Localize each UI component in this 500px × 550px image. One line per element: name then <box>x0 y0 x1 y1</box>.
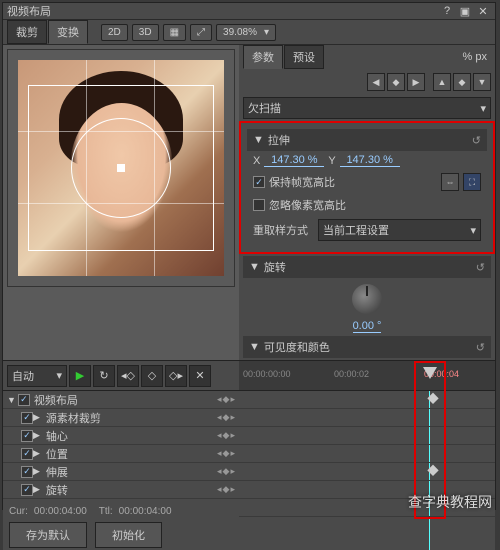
nudge-mid[interactable]: ◆ <box>453 73 471 91</box>
next-kf-button[interactable]: ◇▸ <box>165 365 187 387</box>
nudge-center[interactable]: ◆ <box>387 73 405 91</box>
ruler-tick: 00:00:02 <box>334 369 369 379</box>
section-rotate-header[interactable]: ▼ 旋转 ↺ <box>243 256 491 278</box>
watermark: 查字典教程网 <box>408 492 492 512</box>
track-row[interactable]: ✓▶轴心◂◆▸ <box>3 427 239 445</box>
keep-aspect-label: 保持帧宽高比 <box>269 174 335 190</box>
fit-width-button[interactable]: ⇔ <box>441 173 459 191</box>
reset-icon[interactable]: ↺ <box>476 261 485 274</box>
rotate-value-input[interactable]: 0.00 ° <box>353 320 382 333</box>
stretch-x-input[interactable]: 147.30 % <box>264 154 324 167</box>
nudge-down[interactable]: ▼ <box>473 73 491 91</box>
ignore-pixel-label: 忽略像素宽高比 <box>269 197 346 213</box>
section-visibility-title: 可见度和颜色 <box>264 339 330 355</box>
nudge-right[interactable]: ▶ <box>407 73 425 91</box>
time-display: Cur: 00:00:04:00 Ttl: 00:00:04:00 <box>9 506 233 518</box>
play-mode-dropdown[interactable]: 自动▾ <box>7 365 67 387</box>
help-button[interactable]: ? <box>439 3 455 19</box>
resample-value: 当前工程设置 <box>323 222 389 238</box>
section-visibility-header[interactable]: ▼ 可见度和颜色 ↺ <box>243 336 491 358</box>
track-row[interactable]: ✓▶伸展◂◆▸ <box>3 463 239 481</box>
zoom-tool-button[interactable]: ⤢ <box>190 24 212 41</box>
tab-crop[interactable]: 裁剪 <box>7 20 47 44</box>
tab-transform[interactable]: 变换 <box>48 20 88 44</box>
collapse-arrow-icon: ▼ <box>249 341 260 353</box>
expand-button[interactable]: ▣ <box>457 3 473 19</box>
track-row[interactable]: ▼✓视频布局◂◆▸ <box>3 391 239 409</box>
scan-mode-value: 欠扫描 <box>248 100 281 116</box>
nudge-left[interactable]: ◀ <box>367 73 385 91</box>
timeline-body[interactable] <box>239 391 495 550</box>
play-button[interactable]: ▶ <box>69 365 91 387</box>
stretch-x-label: X <box>253 155 260 167</box>
window-title: 视频布局 <box>7 3 51 19</box>
save-default-button[interactable]: 存为默认 <box>9 522 87 548</box>
collapse-arrow-icon: ▼ <box>253 134 264 146</box>
scan-mode-dropdown[interactable]: 欠扫描 ▾ <box>243 97 491 119</box>
resample-dropdown[interactable]: 当前工程设置 ▾ <box>318 219 481 241</box>
zoom-value: 39.08% <box>223 27 257 38</box>
tab-params[interactable]: 参数 <box>243 45 283 69</box>
mode-3d-button[interactable]: 3D <box>132 24 159 41</box>
delete-kf-button[interactable]: ✕ <box>189 365 211 387</box>
keep-aspect-checkbox[interactable]: ✓ <box>253 176 265 188</box>
unit-label[interactable]: % px <box>463 51 487 63</box>
chevron-down-icon: ▾ <box>56 369 62 382</box>
loop-button[interactable]: ↻ <box>93 365 115 387</box>
track-row[interactable]: ✓▶源素材裁剪◂◆▸ <box>3 409 239 427</box>
ignore-pixel-checkbox[interactable] <box>253 199 265 211</box>
chevron-down-icon: ▾ <box>470 224 476 237</box>
collapse-arrow-icon: ▼ <box>249 261 260 273</box>
center-handle[interactable] <box>117 164 125 172</box>
ruler-tick: 00:00:00:00 <box>243 369 291 379</box>
mode-2d-button[interactable]: 2D <box>101 24 128 41</box>
timeline-ruler[interactable]: 00:00:00:00 00:00:02 00:00:04 <box>239 361 495 391</box>
resample-label: 重取样方式 <box>253 222 308 238</box>
rotate-knob[interactable] <box>352 284 382 314</box>
chevron-down-icon: ▾ <box>480 102 486 115</box>
reset-button[interactable]: 初始化 <box>95 522 162 548</box>
track-list: ▼✓视频布局◂◆▸ ✓▶源素材裁剪◂◆▸ ✓▶轴心◂◆▸ ✓▶位置◂◆▸ ✓▶伸… <box>3 391 239 500</box>
nudge-up[interactable]: ▲ <box>433 73 451 91</box>
section-stretch-header[interactable]: ▼ 拉伸 ↺ <box>247 129 487 151</box>
reset-icon[interactable]: ↺ <box>472 134 481 147</box>
stretch-y-input[interactable]: 147.30 % <box>340 154 400 167</box>
reset-icon[interactable]: ↺ <box>476 341 485 354</box>
stretch-y-label: Y <box>328 155 335 167</box>
track-row[interactable]: ✓▶位置◂◆▸ <box>3 445 239 463</box>
chevron-down-icon: ▾ <box>264 27 269 38</box>
fit-screen-button[interactable]: ⛶ <box>463 173 481 191</box>
tab-presets[interactable]: 预设 <box>284 45 324 69</box>
add-kf-button[interactable]: ◇ <box>141 365 163 387</box>
zoom-dropdown[interactable]: 39.08% ▾ <box>216 24 276 41</box>
section-rotate-title: 旋转 <box>264 259 286 275</box>
track-row[interactable]: ✓▶旋转◂◆▸ <box>3 481 239 499</box>
close-button[interactable]: ✕ <box>475 3 491 19</box>
section-stretch-title: 拉伸 <box>268 132 290 148</box>
prev-kf-button[interactable]: ◂◇ <box>117 365 139 387</box>
guides-button[interactable]: ▦ <box>163 24 186 41</box>
preview-viewport[interactable] <box>7 49 235 287</box>
